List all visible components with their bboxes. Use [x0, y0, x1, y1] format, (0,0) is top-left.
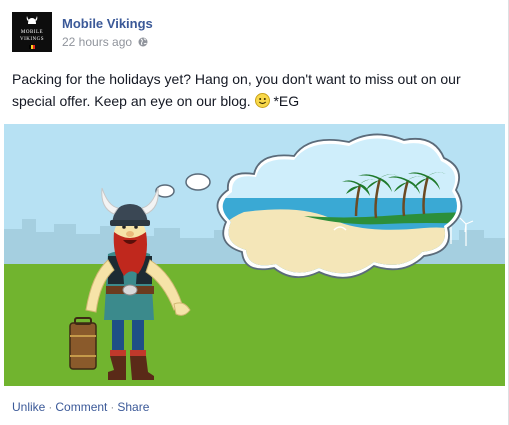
avatar-brand-line2: VIKINGS: [19, 37, 45, 42]
post-message: Packing for the holidays yet? Hang on, y…: [12, 68, 492, 112]
post-photo-viking-illustration[interactable]: [4, 124, 505, 386]
post-message-signature: *EG: [273, 93, 300, 109]
comment-link[interactable]: Comment: [55, 400, 107, 414]
post-message-text: Packing for the holidays yet? Hang on, y…: [12, 71, 461, 109]
post-actions: Unlike · Comment · Share: [12, 399, 149, 415]
smiley-icon: [254, 93, 270, 108]
action-separator: ·: [48, 400, 53, 414]
share-link[interactable]: Share: [117, 400, 149, 414]
post-header: MOBILE VIKINGS Mobile Vikings 22 hours a…: [12, 12, 153, 52]
page-avatar[interactable]: MOBILE VIKINGS: [12, 12, 52, 52]
viking-helmet-icon: [26, 16, 38, 24]
avatar-brand-line1: MOBILE: [20, 30, 44, 35]
post-meta: Mobile Vikings 22 hours ago: [62, 12, 153, 52]
action-separator: ·: [110, 400, 115, 414]
post-time-row: 22 hours ago: [62, 34, 153, 50]
globe-icon[interactable]: [138, 37, 148, 47]
post-card: MOBILE VIKINGS Mobile Vikings 22 hours a…: [0, 0, 509, 425]
unlike-link[interactable]: Unlike: [12, 400, 45, 414]
page-name-link[interactable]: Mobile Vikings: [62, 15, 153, 32]
belgian-flag-icon: [29, 45, 35, 49]
post-timestamp[interactable]: 22 hours ago: [62, 34, 132, 50]
